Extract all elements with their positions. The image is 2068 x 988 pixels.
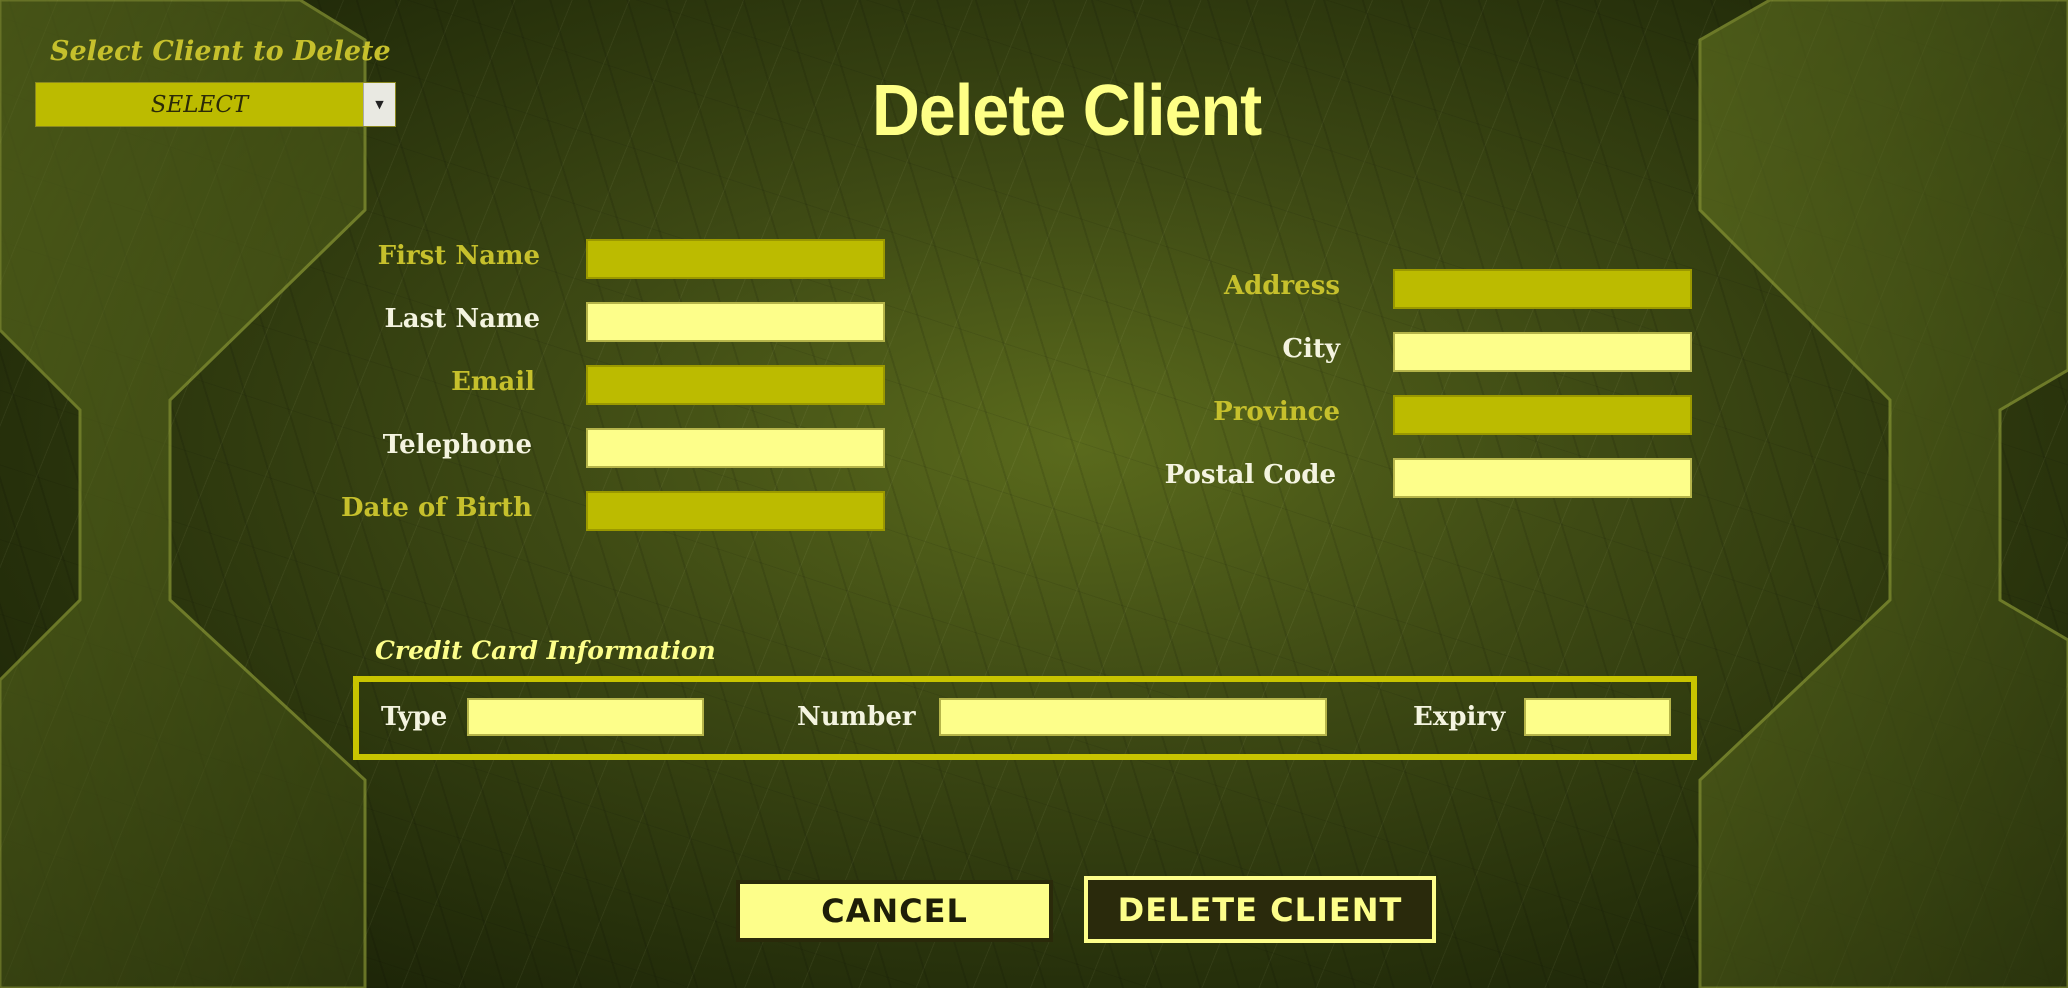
province-field[interactable]	[1393, 395, 1692, 435]
email-label: Email	[451, 367, 535, 397]
city-field[interactable]	[1393, 332, 1692, 372]
email-field[interactable]	[586, 365, 885, 405]
client-select-value[interactable]: SELECT	[36, 83, 363, 126]
address-label: Address	[1223, 271, 1340, 301]
cancel-button[interactable]: CANCEL	[736, 880, 1053, 942]
postal-code-field[interactable]	[1393, 458, 1692, 498]
postal-code-label: Postal Code	[1164, 460, 1336, 490]
page-title: Delete Client	[872, 71, 1262, 151]
chevron-down-icon[interactable]: ▼	[363, 83, 395, 126]
delete-client-button[interactable]: DELETE CLIENT	[1084, 876, 1436, 943]
first-name-field[interactable]	[586, 239, 885, 279]
province-label: Province	[1213, 397, 1340, 427]
last-name-field[interactable]	[586, 302, 885, 342]
dob-field[interactable]	[586, 491, 885, 531]
card-expiry-label: Expiry	[1413, 702, 1506, 732]
card-number-label: Number	[797, 702, 916, 732]
card-type-label: Type	[381, 702, 448, 732]
credit-card-section-title: Credit Card Information	[375, 636, 716, 665]
dob-label: Date of Birth	[340, 493, 532, 523]
card-number-field[interactable]	[939, 698, 1327, 736]
last-name-label: Last Name	[384, 304, 541, 334]
address-field[interactable]	[1393, 269, 1692, 309]
card-type-field[interactable]	[467, 698, 704, 736]
telephone-label: Telephone	[382, 430, 532, 460]
card-expiry-field[interactable]	[1524, 698, 1671, 736]
telephone-field[interactable]	[586, 428, 885, 468]
select-client-label: Select Client to Delete	[50, 36, 391, 67]
client-select-dropdown[interactable]: SELECT ▼	[35, 82, 396, 127]
city-label: City	[1282, 334, 1340, 364]
first-name-label: First Name	[377, 241, 540, 271]
